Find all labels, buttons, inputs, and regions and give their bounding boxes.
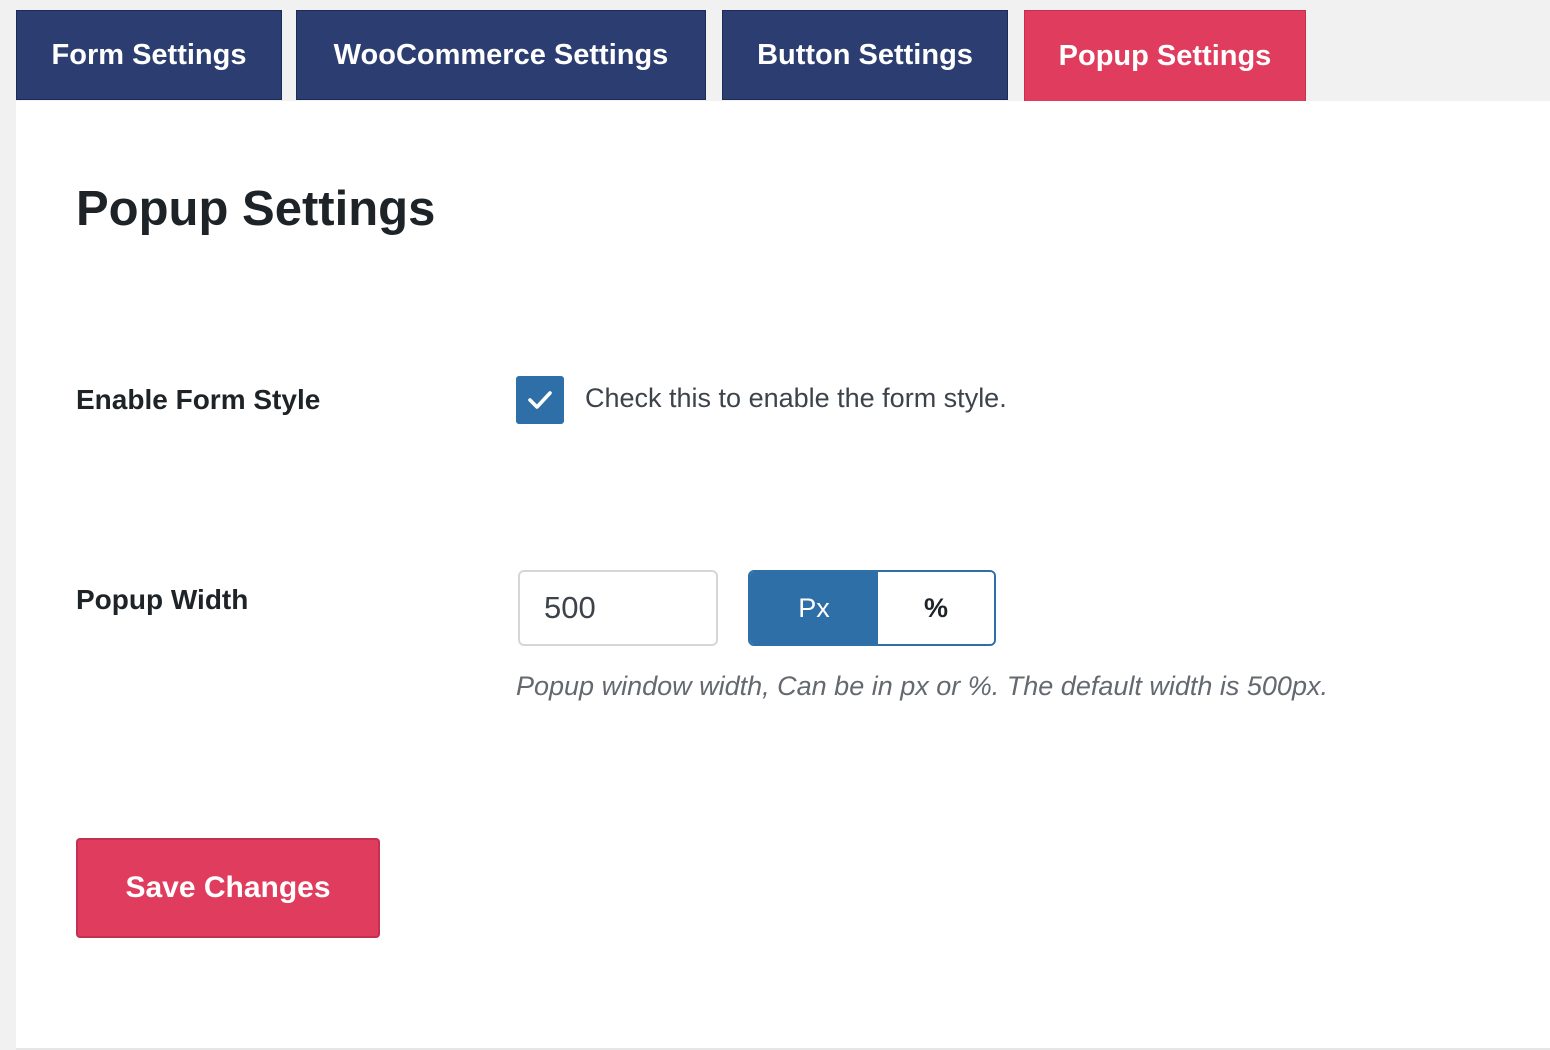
popup-width-input[interactable]	[518, 570, 718, 646]
settings-panel: Popup Settings Enable Form Style Check t…	[16, 101, 1550, 1048]
settings-page: Form Settings WooCommerce Settings Butto…	[0, 0, 1550, 1050]
popup-width-label: Popup Width	[76, 584, 249, 615]
save-changes-button[interactable]: Save Changes	[76, 838, 380, 938]
page-title: Popup Settings	[76, 182, 436, 236]
enable-form-style-checkbox[interactable]	[516, 376, 564, 424]
tab-form-settings[interactable]: Form Settings	[16, 10, 282, 100]
popup-width-unit-toggle: Px %	[748, 570, 996, 646]
checkmark-icon	[528, 391, 552, 409]
tab-popup-settings[interactable]: Popup Settings	[1024, 10, 1306, 102]
unit-option-px[interactable]: Px	[750, 572, 878, 644]
tab-button-settings[interactable]: Button Settings	[722, 10, 1008, 100]
enable-form-style-description: Check this to enable the form style.	[585, 383, 1007, 413]
popup-width-description: Popup window width, Can be in px or %. T…	[516, 671, 1328, 701]
tab-woocommerce-settings[interactable]: WooCommerce Settings	[296, 10, 706, 100]
settings-tabs: Form Settings WooCommerce Settings Butto…	[0, 0, 1550, 102]
enable-form-style-label: Enable Form Style	[76, 384, 321, 415]
unit-option-percent[interactable]: %	[878, 572, 994, 644]
